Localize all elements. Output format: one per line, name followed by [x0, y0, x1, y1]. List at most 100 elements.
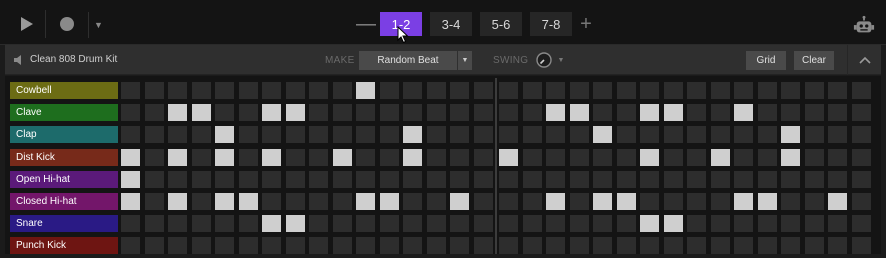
step-pad[interactable]	[380, 171, 399, 188]
step-pad[interactable]	[145, 149, 164, 166]
step-pad[interactable]	[828, 171, 847, 188]
step-pad[interactable]	[450, 237, 469, 254]
step-pad[interactable]	[640, 82, 659, 99]
step-pad[interactable]	[828, 82, 847, 99]
step-pad[interactable]	[593, 237, 612, 254]
step-pad[interactable]	[640, 171, 659, 188]
step-pad[interactable]	[380, 215, 399, 232]
step-pad[interactable]	[570, 104, 589, 121]
step-pad[interactable]	[333, 149, 352, 166]
step-pad[interactable]	[617, 193, 636, 210]
step-pad[interactable]	[333, 82, 352, 99]
step-pad[interactable]	[758, 171, 777, 188]
step-pad[interactable]	[499, 215, 518, 232]
step-pad[interactable]	[403, 104, 422, 121]
step-pad[interactable]	[145, 126, 164, 143]
step-pad[interactable]	[734, 171, 753, 188]
step-pad[interactable]	[593, 126, 612, 143]
step-pad[interactable]	[145, 237, 164, 254]
step-pad[interactable]	[309, 237, 328, 254]
step-pad[interactable]	[356, 149, 375, 166]
step-pad[interactable]	[192, 171, 211, 188]
step-pad[interactable]	[309, 126, 328, 143]
track-label-clap[interactable]: Clap	[10, 126, 118, 143]
step-pad[interactable]	[617, 104, 636, 121]
step-pad[interactable]	[546, 82, 565, 99]
step-pad[interactable]	[333, 215, 352, 232]
step-pad[interactable]	[333, 171, 352, 188]
step-pad[interactable]	[593, 171, 612, 188]
step-pad[interactable]	[450, 104, 469, 121]
clear-button[interactable]: Clear	[794, 51, 834, 70]
step-pad[interactable]	[499, 237, 518, 254]
step-pad[interactable]	[781, 104, 800, 121]
step-pad[interactable]	[450, 215, 469, 232]
step-pad[interactable]	[664, 193, 683, 210]
step-pad[interactable]	[781, 237, 800, 254]
step-pad[interactable]	[664, 171, 683, 188]
step-pad[interactable]	[499, 171, 518, 188]
swing-knob[interactable]	[536, 52, 552, 68]
step-pad[interactable]	[781, 126, 800, 143]
step-pad[interactable]	[758, 104, 777, 121]
page-tab-7-8[interactable]: 7-8	[530, 12, 572, 36]
step-pad[interactable]	[640, 104, 659, 121]
step-pad[interactable]	[852, 215, 871, 232]
step-pad[interactable]	[239, 126, 258, 143]
random-beat-options-button[interactable]: ▼	[458, 51, 472, 70]
step-pad[interactable]	[499, 126, 518, 143]
step-pad[interactable]	[309, 193, 328, 210]
step-pad[interactable]	[805, 215, 824, 232]
step-pad[interactable]	[450, 171, 469, 188]
step-pad[interactable]	[192, 104, 211, 121]
step-pad[interactable]	[309, 82, 328, 99]
step-pad[interactable]	[734, 149, 753, 166]
step-pad[interactable]	[474, 126, 493, 143]
step-pad[interactable]	[852, 126, 871, 143]
step-pad[interactable]	[546, 193, 565, 210]
step-pad[interactable]	[403, 193, 422, 210]
step-pad[interactable]	[640, 215, 659, 232]
step-pad[interactable]	[427, 104, 446, 121]
step-pad[interactable]	[758, 82, 777, 99]
step-pad[interactable]	[711, 237, 730, 254]
collapse-button[interactable]	[847, 45, 881, 75]
step-pad[interactable]	[192, 149, 211, 166]
step-pad[interactable]	[168, 171, 187, 188]
step-pad[interactable]	[474, 193, 493, 210]
step-pad[interactable]	[687, 171, 706, 188]
track-label-open-hi-hat[interactable]: Open Hi-hat	[10, 171, 118, 188]
step-pad[interactable]	[403, 82, 422, 99]
step-pad[interactable]	[356, 104, 375, 121]
step-pad[interactable]	[852, 104, 871, 121]
step-pad[interactable]	[474, 82, 493, 99]
step-pad[interactable]	[145, 193, 164, 210]
step-pad[interactable]	[403, 215, 422, 232]
step-pad[interactable]	[286, 171, 305, 188]
step-pad[interactable]	[546, 126, 565, 143]
step-pad[interactable]	[617, 215, 636, 232]
step-pad[interactable]	[734, 104, 753, 121]
step-pad[interactable]	[758, 237, 777, 254]
step-pad[interactable]	[828, 193, 847, 210]
step-pad[interactable]	[546, 171, 565, 188]
step-pad[interactable]	[427, 126, 446, 143]
step-pad[interactable]	[427, 82, 446, 99]
step-pad[interactable]	[805, 237, 824, 254]
step-pad[interactable]	[617, 126, 636, 143]
step-pad[interactable]	[711, 193, 730, 210]
step-pad[interactable]	[570, 237, 589, 254]
step-pad[interactable]	[781, 82, 800, 99]
step-pad[interactable]	[593, 215, 612, 232]
step-pad[interactable]	[309, 104, 328, 121]
step-pad[interactable]	[852, 82, 871, 99]
step-pad[interactable]	[262, 171, 281, 188]
add-page-button[interactable]: +	[576, 12, 596, 36]
step-pad[interactable]	[215, 149, 234, 166]
step-pad[interactable]	[286, 104, 305, 121]
step-pad[interactable]	[523, 193, 542, 210]
step-pad[interactable]	[262, 82, 281, 99]
step-pad[interactable]	[168, 82, 187, 99]
step-pad[interactable]	[380, 82, 399, 99]
track-label-punch-kick[interactable]: Punch Kick	[10, 237, 118, 254]
